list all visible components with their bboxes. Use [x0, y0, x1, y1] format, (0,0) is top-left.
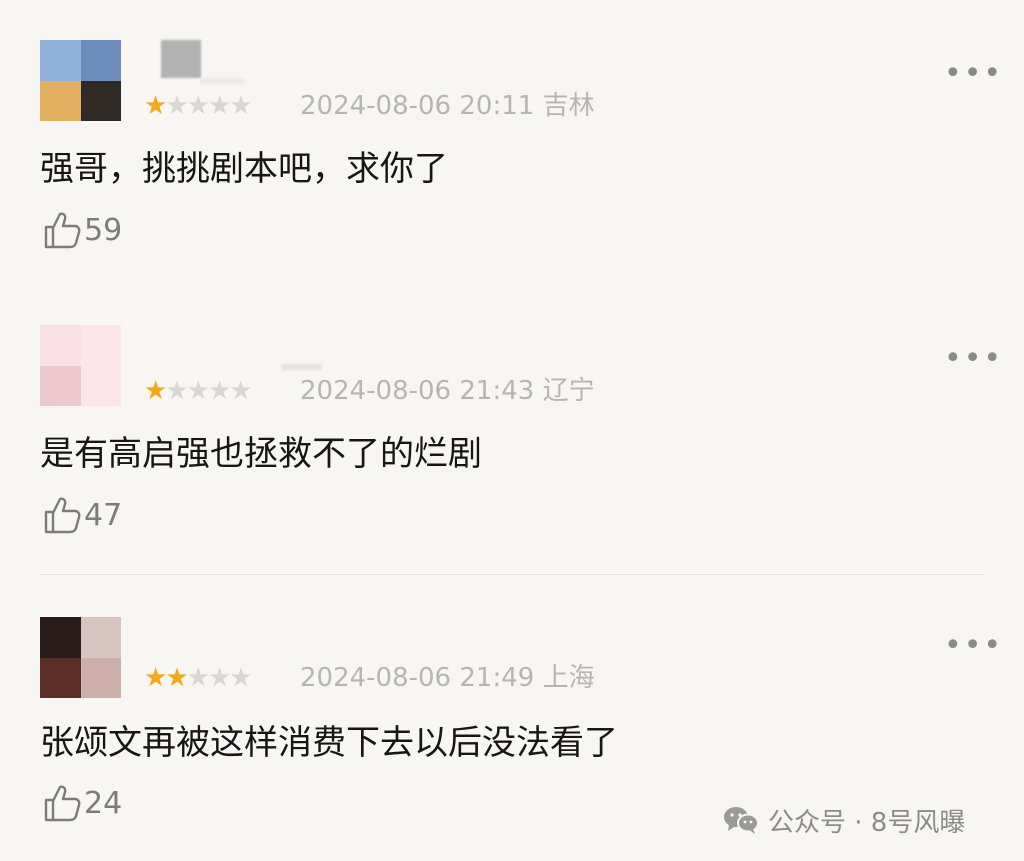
like-button[interactable]: 24 — [42, 781, 122, 825]
like-button[interactable]: 47 — [42, 493, 122, 537]
like-count: 59 — [84, 212, 123, 248]
thumbs-up-icon — [44, 212, 81, 249]
comment-location: 辽宁 — [542, 376, 595, 406]
username[interactable] — [161, 40, 201, 78]
comment-date: 2024-08-06 20:11 — [300, 91, 535, 121]
star-rating: ★★★★★ — [144, 376, 253, 406]
comment-date: 2024-08-06 21:43 — [300, 376, 535, 406]
divider — [40, 574, 984, 575]
username[interactable] — [282, 364, 322, 370]
watermark-text: 公众号 · 8号风曝 — [768, 807, 966, 838]
more-options-button[interactable]: ••• — [944, 631, 1003, 661]
wechat-icon — [724, 807, 759, 834]
more-options-button[interactable]: ••• — [944, 344, 1003, 374]
star-rating: ★★★★★ — [144, 91, 253, 121]
thumbs-up-icon — [44, 497, 81, 534]
comment-location: 吉林 — [542, 91, 595, 121]
thumbs-up-icon — [44, 785, 81, 822]
comment-text: 是有高启强也拯救不了的烂剧 — [40, 434, 482, 474]
comment-meta: 2024-08-06 21:43 辽宁 — [300, 376, 595, 406]
avatar[interactable] — [40, 617, 121, 698]
comment-text: 强哥，挑挑剧本吧，求你了 — [40, 149, 448, 189]
comment-location: 上海 — [542, 663, 595, 693]
like-count: 47 — [84, 497, 123, 533]
username-shadow — [200, 78, 244, 84]
comment-meta: 2024-08-06 20:11 吉林 — [300, 91, 595, 121]
like-count: 24 — [84, 785, 123, 821]
comment-meta: 2024-08-06 21:49 上海 — [300, 663, 595, 693]
comment-text: 张颂文再被这样消费下去以后没法看了 — [40, 723, 618, 763]
watermark: 公众号 · 8号风曝 — [722, 802, 965, 838]
avatar[interactable] — [40, 40, 121, 121]
like-button[interactable]: 59 — [42, 208, 122, 252]
star-rating: ★★★★★ — [144, 663, 253, 693]
more-options-button[interactable]: ••• — [944, 59, 1003, 89]
comment-date: 2024-08-06 21:49 — [300, 663, 535, 693]
avatar[interactable] — [40, 325, 121, 406]
